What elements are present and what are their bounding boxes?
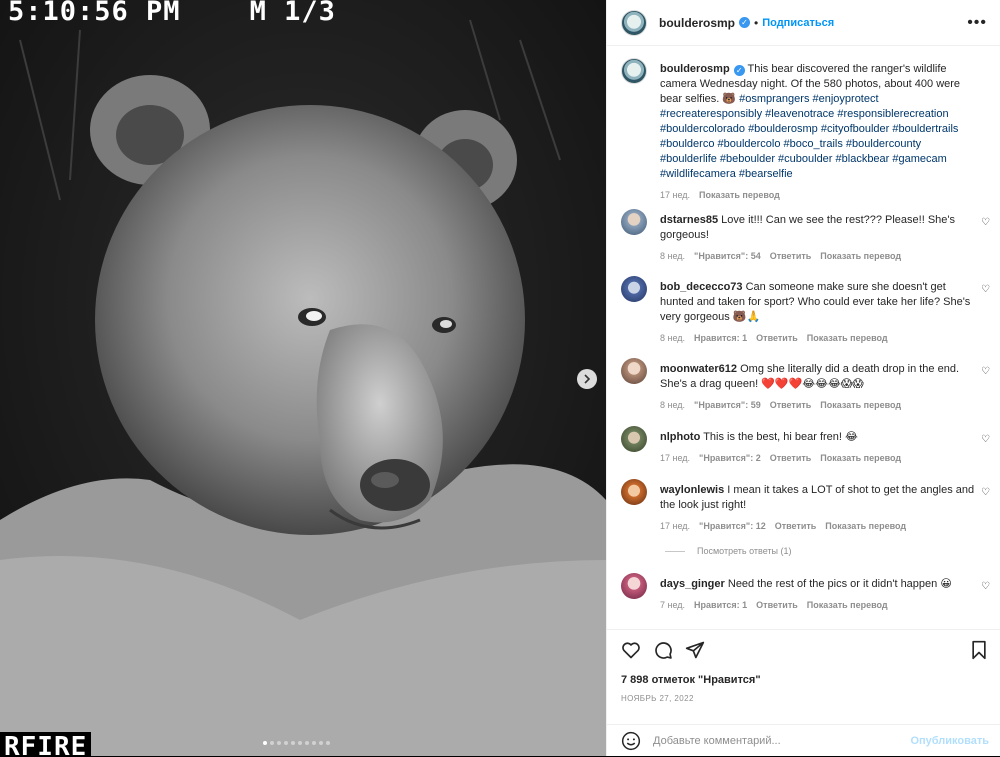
avatar[interactable] [621, 9, 647, 36]
chevron-right-icon [584, 374, 591, 384]
comment-username[interactable]: days_ginger [660, 578, 725, 590]
carousel-dot[interactable] [284, 741, 288, 745]
comments-list[interactable]: boulderosmp ✓ This bear discovered the ra… [607, 46, 1000, 630]
comment-likes[interactable]: "Нравится": 59 [694, 398, 761, 413]
comment-item: bob_dececco73 Can someone make sure she … [621, 276, 991, 346]
comment-username[interactable]: nlphoto [660, 431, 700, 443]
bear-photo [0, 0, 606, 756]
caption-hashtags[interactable]: #osmprangers #enjoyprotect #recreateresp… [660, 93, 958, 180]
comment-item: waylonlewis I mean it takes a LOT of sho… [621, 479, 991, 534]
comment-likes[interactable]: "Нравится": 2 [699, 451, 761, 466]
carousel-dot[interactable] [326, 741, 330, 745]
comment-likes[interactable]: "Нравится": 54 [694, 249, 761, 264]
heart-icon[interactable] [621, 640, 641, 660]
avatar[interactable] [621, 358, 647, 384]
header-username[interactable]: boulderosmp [659, 16, 735, 30]
caption-username[interactable]: boulderosmp [660, 63, 730, 75]
heart-outline-icon[interactable]: ♡ [981, 366, 991, 377]
translate-link[interactable]: Показать перевод [820, 398, 901, 413]
more-options-icon[interactable]: ••• [967, 14, 987, 32]
share-icon[interactable] [685, 640, 705, 660]
comment-text: Need the rest of the pics or it didn't h… [727, 578, 952, 590]
comment-item: dstarnes85 Love it!!! Can we see the res… [621, 209, 991, 264]
heart-outline-icon[interactable]: ♡ [981, 284, 991, 295]
avatar[interactable] [621, 209, 647, 235]
heart-outline-icon[interactable]: ♡ [981, 217, 991, 228]
post-date[interactable]: Ноябрь 27, 2022 [621, 694, 694, 703]
comment-item: nlphoto This is the best, hi bear fren! … [621, 426, 991, 466]
carousel-dots [263, 741, 330, 745]
reply-button[interactable]: Ответить [770, 249, 812, 264]
comment-likes[interactable]: "Нравится": 12 [699, 519, 766, 534]
post-media: 5:10:56 PM M 1/3 RFIRE [0, 0, 606, 756]
heart-outline-icon[interactable]: ♡ [981, 487, 991, 498]
comment-username[interactable]: bob_dececco73 [660, 281, 743, 293]
comment-item: days_ginger Need the rest of the pics or… [621, 573, 991, 613]
likes-count[interactable]: 7 898 отметок "Нравится" [621, 674, 761, 686]
comment-icon[interactable] [653, 640, 673, 660]
reply-button[interactable]: Ответить [775, 519, 817, 534]
view-replies-label: Посмотреть ответы (1) [697, 546, 792, 556]
post-caption: boulderosmp ✓ This bear discovered the ra… [621, 58, 991, 203]
comment-time[interactable]: 8 нед. [660, 398, 685, 413]
translate-link[interactable]: Показать перевод [820, 451, 901, 466]
carousel-dot[interactable] [291, 741, 295, 745]
publish-button[interactable]: Опубликовать [910, 735, 989, 747]
comment-item: moonwater612 Omg she literally did a dea… [621, 358, 991, 413]
avatar[interactable] [621, 479, 647, 505]
instagram-post: 5:10:56 PM M 1/3 RFIRE boulderosmp ✓ • П… [0, 0, 1000, 756]
caption-time[interactable]: 17 нед. [660, 188, 690, 203]
carousel-dot[interactable] [298, 741, 302, 745]
camera-timestamp: 5:10:56 PM M 1/3 [8, 0, 336, 27]
carousel-dot[interactable] [277, 741, 281, 745]
carousel-dot[interactable] [319, 741, 323, 745]
replies-divider [665, 550, 685, 552]
comment-time[interactable]: 8 нед. [660, 249, 685, 264]
heart-outline-icon[interactable]: ♡ [981, 581, 991, 592]
avatar[interactable] [621, 573, 647, 599]
camera-footer-label: RFIRE [0, 732, 92, 756]
comment-time[interactable]: 7 нед. [660, 598, 685, 613]
translate-link[interactable]: Показать перевод [820, 249, 901, 264]
post-actions: 7 898 отметок "Нравится" Ноябрь 27, 2022… [607, 629, 1000, 756]
reply-button[interactable]: Ответить [770, 398, 812, 413]
comment-time[interactable]: 8 нед. [660, 331, 685, 346]
translate-link[interactable]: Показать перевод [807, 331, 888, 346]
action-icons [621, 640, 705, 660]
comment-time[interactable]: 17 нед. [660, 451, 690, 466]
carousel-dot[interactable] [263, 741, 267, 745]
avatar[interactable] [621, 58, 647, 84]
comment-username[interactable]: dstarnes85 [660, 214, 718, 226]
follow-button[interactable]: Подписаться [762, 17, 834, 29]
post-side-panel: boulderosmp ✓ • Подписаться ••• bouldero… [606, 0, 1000, 756]
verified-icon: ✓ [739, 17, 751, 28]
carousel-dot[interactable] [312, 741, 316, 745]
verified-icon: ✓ [733, 65, 745, 76]
reply-button[interactable]: Ответить [756, 331, 798, 346]
carousel-next-button[interactable] [577, 369, 597, 389]
separator-dot: • [754, 15, 759, 30]
translate-link[interactable]: Показать перевод [825, 519, 906, 534]
avatar[interactable] [621, 276, 647, 302]
bookmark-icon[interactable] [969, 640, 989, 660]
emoji-icon[interactable] [621, 731, 641, 751]
comment-input[interactable]: Добавьте комментарий... [653, 735, 781, 747]
reply-button[interactable]: Ответить [756, 598, 798, 613]
comment-username[interactable]: waylonlewis [660, 484, 724, 496]
carousel-dot[interactable] [270, 741, 274, 745]
comment-text: This is the best, hi bear fren! 😂 [703, 431, 858, 443]
view-replies-button[interactable]: Посмотреть ответы (1) [665, 546, 792, 556]
avatar[interactable] [621, 426, 647, 452]
translate-link[interactable]: Показать перевод [807, 598, 888, 613]
comment-likes[interactable]: Нравится: 1 [694, 331, 747, 346]
heart-outline-icon[interactable]: ♡ [981, 434, 991, 445]
translate-link[interactable]: Показать перевод [699, 188, 780, 203]
comment-likes[interactable]: Нравится: 1 [694, 598, 747, 613]
reply-button[interactable]: Ответить [770, 451, 812, 466]
post-header: boulderosmp ✓ • Подписаться ••• [607, 0, 1000, 46]
add-comment-bar: Добавьте комментарий... Опубликовать [607, 724, 1000, 757]
comment-time[interactable]: 17 нед. [660, 519, 690, 534]
carousel-dot[interactable] [305, 741, 309, 745]
comment-username[interactable]: moonwater612 [660, 363, 737, 375]
